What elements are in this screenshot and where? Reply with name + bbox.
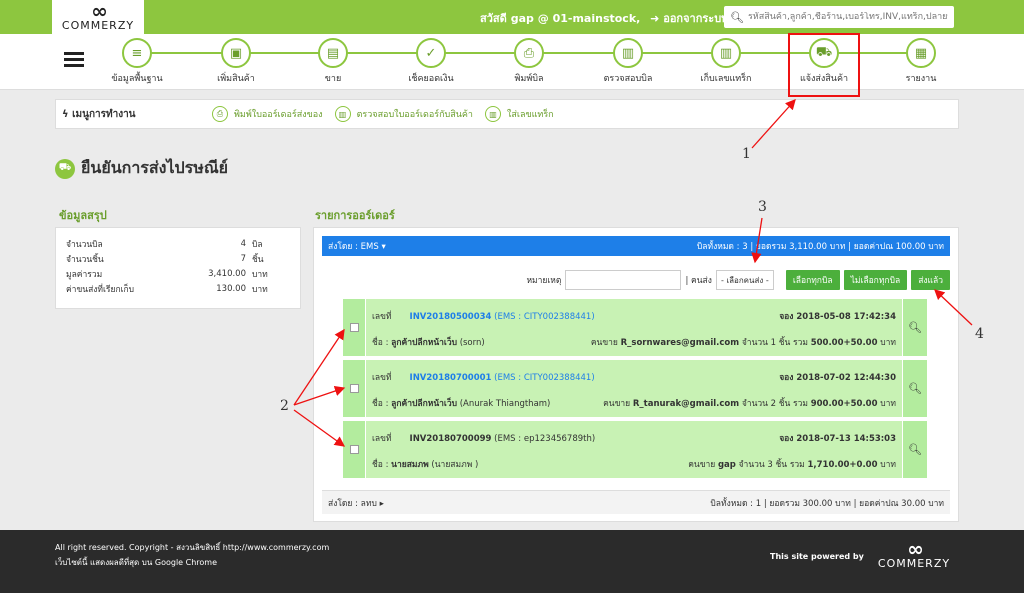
annotation-4: 4: [975, 326, 984, 342]
top-bar: ∞ COMMERZY สวัสดี gap @ 01-mainstock, ➜ อ…: [0, 0, 1024, 34]
logo-infinity-icon: ∞: [907, 537, 924, 561]
summary-row: ค่าขนส่งที่เรียกเก็บ 130.00 บาท: [66, 283, 268, 295]
work-menu-print-orders[interactable]: ⎙ พิมพ์ใบออร์เดอร์ส่งของ: [212, 106, 323, 122]
order-search-icon[interactable]: 🔍︎: [903, 299, 927, 356]
ems-group-header: ส่งโดย : EMS ▾ บิลทั้งหมด : 3 | ยอดรวม 3…: [322, 236, 950, 256]
summary-row: จำนวนบิล 4 บิล: [66, 238, 263, 250]
orders-heading: รายการออร์เดอร์: [315, 209, 395, 222]
search-icon: 🔍︎: [730, 10, 744, 24]
annotation-2: 2: [280, 398, 289, 414]
site-footer: All right reserved. Copyright - สงวนลิขส…: [0, 530, 1024, 593]
printer-icon: ⎙: [514, 38, 544, 68]
summary-row: จำนวนชิ้น 7 ชิ้น: [66, 253, 264, 265]
ems-group-summary: บิลทั้งหมด : 3 | ยอดรวม 3,110.00 บาท | ย…: [696, 242, 944, 252]
main-nav: ≡ ข้อมูลพื้นฐาน ▣ เพิ่มสินค้า ▤ ขาย ✓ เช…: [0, 34, 1024, 90]
user-greeting: สวัสดี gap @ 01-mainstock, ➜ ออกจากระบบ: [480, 12, 729, 25]
ems-group-dropdown[interactable]: ส่งโดย : EMS ▾: [328, 239, 386, 253]
note-input[interactable]: [565, 270, 682, 290]
search-input[interactable]: [747, 12, 948, 22]
summary-heading: ข้อมูลสรุป: [59, 209, 107, 222]
order-invoice-link[interactable]: INV20180700001: [410, 373, 492, 383]
nav-item-verify-bill[interactable]: ▥ ตรวจสอบบิล: [583, 38, 673, 85]
global-search: 🔍︎: [724, 6, 954, 28]
order-row: เลขที่ INV20180500034 (EMS : CITY00238844…: [343, 299, 927, 356]
copyright-text: All right reserved. Copyright - สงวนลิขส…: [55, 543, 330, 552]
report-icon: ▦: [906, 38, 936, 68]
registered-mail-group-header: ส่งโดย : ลทบ ▸ บิลทั้งหมด : 1 | ยอดรวม 3…: [322, 490, 950, 514]
order-checkbox[interactable]: [349, 445, 359, 454]
order-checkbox[interactable]: [349, 323, 359, 332]
select-all-button[interactable]: เลือกทุกบิล: [785, 270, 840, 290]
work-menu-bar: ϟ เมนูการทำงาน ⎙ พิมพ์ใบออร์เดอร์ส่งของ …: [55, 99, 959, 129]
current-user: gap @ 01-mainstock: [510, 12, 637, 25]
printer-icon: ⎙: [212, 106, 228, 122]
nav-highlight-box: [788, 33, 860, 97]
annotation-3: 3: [758, 199, 767, 215]
sender-label: | คนส่ง: [685, 276, 712, 286]
logout-link[interactable]: ➜ ออกจากระบบ: [650, 12, 728, 25]
nav-item-tracking[interactable]: ▥ เก็บเลขแทร็ก: [681, 38, 771, 85]
greeting-text: สวัสดี: [480, 12, 507, 25]
order-row: เลขที่ INV20180700001 (EMS : CITY00238844…: [343, 360, 927, 417]
barcode-scan-icon: ▥: [484, 106, 501, 122]
orders-panel: ส่งโดย : EMS ▾ บิลทั้งหมด : 3 | ยอดรวม 3…: [313, 227, 959, 522]
order-filters: หมายเหตุ | คนส่ง - เลือกคนส่ง - เลือกทุก…: [322, 268, 950, 292]
logout-icon: ➜: [650, 12, 660, 25]
logo-text: COMMERZY: [61, 19, 135, 32]
summary-panel: จำนวนบิล 4 บิล จำนวนชิ้น 7 ชิ้น มูลค่ารวม 3,4…: [55, 227, 301, 309]
order-invoice-link[interactable]: INV20180500034: [410, 312, 492, 322]
order-search-icon[interactable]: 🔍︎: [903, 360, 927, 417]
hamburger-menu-icon[interactable]: [64, 52, 84, 68]
order-row: เลขที่ INV20180700099 (EMS : ep123456789t…: [343, 421, 927, 478]
work-menu-enter-tracking[interactable]: ▥ ใส่เลขแทร็ก: [484, 106, 554, 122]
deselect-all-button[interactable]: ไม่เลือกทุกบิล: [843, 270, 908, 290]
work-menu-verify-orders[interactable]: ▥ ตรวจสอบใบออร์เดอร์กับสินค้า: [334, 106, 473, 122]
mark-sent-button[interactable]: ส่งแล้ว: [911, 270, 950, 290]
powered-by-text: This site powered by: [770, 552, 864, 561]
caret-down-icon: ▾: [381, 242, 386, 252]
nav-item-print-bill[interactable]: ⎙ พิมพ์บิล: [484, 38, 574, 85]
caret-right-icon: ▸: [379, 498, 384, 509]
barcode-scan-icon: ▥: [711, 38, 741, 68]
work-menu-title: ϟ เมนูการทำงาน: [62, 108, 136, 120]
barcode-scan-icon: ▥: [613, 38, 643, 68]
order-invoice-link[interactable]: INV20180700099: [410, 434, 492, 444]
lightning-icon: ϟ: [62, 108, 69, 120]
annotation-1: 1: [742, 146, 751, 162]
nav-item-add-product[interactable]: ▣ เพิ่มสินค้า: [191, 38, 281, 85]
box-icon: ▣: [221, 38, 251, 68]
order-search-icon[interactable]: 🔍︎: [903, 421, 927, 478]
cash-register-icon: ▤: [318, 38, 348, 68]
barcode-scan-icon: ▥: [334, 106, 351, 122]
logo-infinity-icon: ∞: [91, 0, 108, 23]
note-label: หมายเหตุ: [526, 276, 562, 286]
nav-item-basic-data[interactable]: ≡ ข้อมูลพื้นฐาน: [92, 38, 182, 85]
sender-select[interactable]: - เลือกคนส่ง -: [715, 270, 774, 290]
nav-item-report[interactable]: ▦ รายงาน: [876, 38, 966, 85]
order-checkbox[interactable]: [349, 384, 359, 393]
nav-item-sell[interactable]: ▤ ขาย: [288, 38, 378, 85]
check-money-icon: ✓: [416, 38, 446, 68]
browser-note: เว็บไซต์นี้ แสดงผลดีที่สุด บน Google Chr…: [55, 558, 218, 567]
footer-logo: ∞ COMMERZY: [868, 537, 960, 570]
page-title: ⛟ ยืนยันการส่งไปรษณีย์: [55, 156, 228, 181]
brand-logo[interactable]: ∞ COMMERZY: [52, 0, 144, 34]
truck-icon: ⛟: [55, 158, 75, 179]
summary-row: มูลค่ารวม 3,410.00 บาท: [66, 268, 268, 280]
database-icon: ≡: [122, 38, 152, 68]
nav-item-check-money[interactable]: ✓ เช็คยอดเงิน: [386, 38, 476, 85]
registered-mail-dropdown[interactable]: ส่งโดย : ลทบ ▸: [328, 496, 384, 510]
